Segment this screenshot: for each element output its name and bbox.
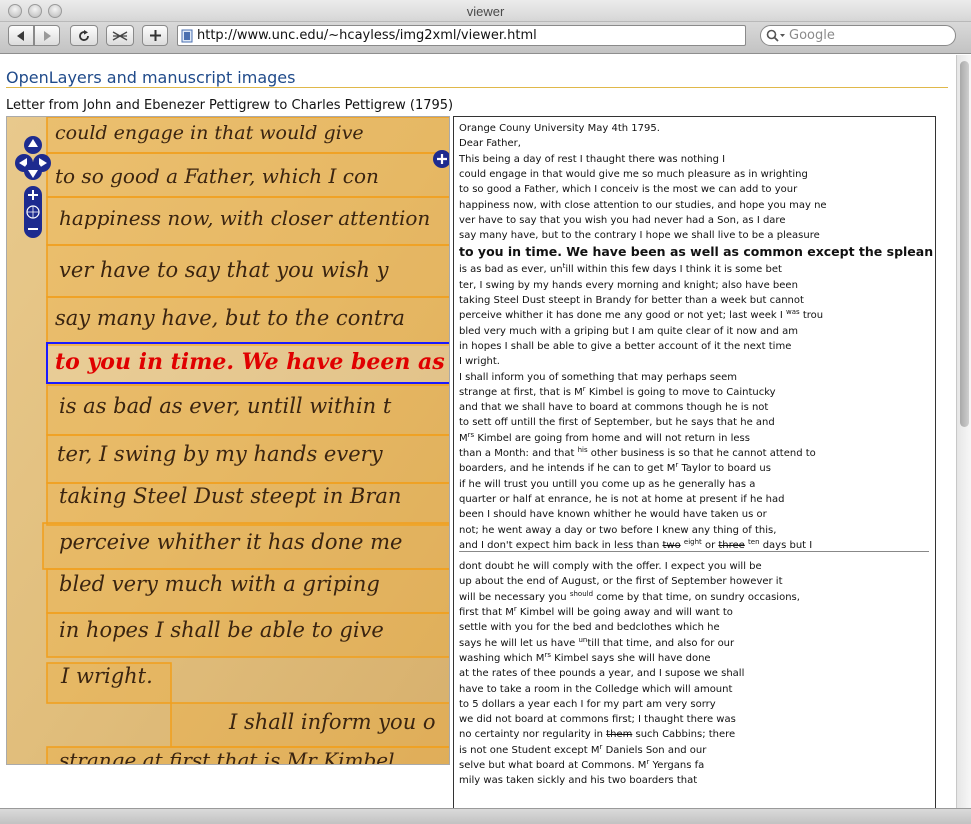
transcript-line: will be necessary you should come by tha… xyxy=(459,589,800,603)
manuscript-line: ver have to say that you wish y xyxy=(59,258,390,282)
transcript-line: I shall inform you of something that may… xyxy=(459,371,737,383)
snapback-icon xyxy=(112,30,128,41)
manuscript-line: could engage in that would give xyxy=(55,122,364,144)
search-field[interactable]: Google xyxy=(760,25,956,46)
address-bar[interactable]: http://www.unc.edu/~hcayless/img2xml/vie… xyxy=(177,25,746,46)
manuscript-viewer[interactable]: could engage in that would give to so goo… xyxy=(6,116,450,765)
manuscript-line: to so good a Father, which I con xyxy=(55,164,379,188)
transcript-highlight-line: to you in time. We have been as well as … xyxy=(459,244,936,260)
reload-button[interactable] xyxy=(70,25,98,46)
transcript-line: have to take a room in the Colledge whic… xyxy=(459,683,733,695)
manuscript-line: I wright. xyxy=(60,664,153,688)
transcript-line: at the rates of thee pounds a year, and … xyxy=(459,668,745,680)
vertical-scrollbar[interactable] xyxy=(956,55,971,808)
manuscript-line: taking Steel Dust steept in Bran xyxy=(59,484,401,508)
transcript-line: up about the end of August, or the first… xyxy=(459,576,783,588)
transcript-line: perceive whither it has done me any good… xyxy=(459,308,824,322)
transcript-panel: Orange Couny University May 4th 1795. Dea… xyxy=(453,116,936,824)
transcript-line: taking Steel Dust steept in Brandy for b… xyxy=(459,295,804,306)
transcript-line: happiness now, with close attention to o… xyxy=(459,199,827,211)
browser-window: viewer http://www.unc.edu/~hcayless/img2… xyxy=(0,0,971,824)
pan-control[interactable] xyxy=(15,127,51,183)
transcript-line: been I should have known whither he woul… xyxy=(459,509,767,521)
forward-arrow-icon xyxy=(44,30,51,41)
snapback-button[interactable] xyxy=(106,25,134,46)
transcript-line: and I don't expect him back in less than… xyxy=(459,537,813,551)
transcript-line: washing which Mrs Kimbel says she will h… xyxy=(459,650,711,664)
transcript-line: could engage in that would give me so mu… xyxy=(459,168,808,180)
transcript-line: ver have to say that you wish you had ne… xyxy=(459,214,786,226)
manuscript-line: perceive whither it has done me xyxy=(59,530,403,554)
transcript-line: strange at first, that is Mr Kimbel is g… xyxy=(459,384,776,398)
transcript-line: if he will trust you untill you come up … xyxy=(459,478,756,490)
transcript-line: I wright. xyxy=(459,356,500,368)
page-break-divider xyxy=(459,551,929,553)
transcript-line: is not one Student except Mr Daniels Son… xyxy=(459,742,707,756)
page-title: OpenLayers and manuscript images xyxy=(6,68,296,87)
transcript-line: to sett off untill the first of Septembe… xyxy=(459,417,775,429)
manuscript-line: say many have, but to the contra xyxy=(55,306,405,330)
manuscript-line: ter, I swing by my hands every xyxy=(57,442,384,466)
page-subtitle: Letter from John and Ebenezer Pettigrew … xyxy=(6,98,454,113)
transcript-line: and that we shall have to board at commo… xyxy=(459,402,769,414)
transcript-line: in hopes I shall be able to give a bette… xyxy=(459,340,792,352)
transcript-line: selve but what board at Commons. Mr Yerg… xyxy=(459,758,705,772)
forward-button[interactable] xyxy=(34,25,60,46)
reload-icon xyxy=(79,29,89,41)
window-title: viewer xyxy=(466,4,505,19)
transcript-line: than a Month: and that his other busines… xyxy=(459,446,816,460)
page-document-icon xyxy=(181,29,193,43)
transcript-line: to 5 dollars a year each I for my part a… xyxy=(459,698,716,710)
transcript-line: first that Mr Kimbel will be going away … xyxy=(459,605,733,619)
manuscript-line: I shall inform you o xyxy=(228,710,436,734)
layer-switcher-icon[interactable] xyxy=(433,150,450,168)
manuscript-image[interactable]: could engage in that would give to so goo… xyxy=(7,117,450,765)
page-content: OpenLayers and manuscript images Letter … xyxy=(0,55,956,824)
plus-icon xyxy=(149,30,161,41)
manuscript-line: to you in time. We have been as w xyxy=(55,349,450,375)
title-bar: viewer xyxy=(0,0,971,22)
transcript-line: quarter or half at enrance, he is not at… xyxy=(459,493,785,505)
transcript-line: dont doubt he will comply with the offer… xyxy=(459,561,762,573)
transcript-line: to so good a Father, which I conceiv is … xyxy=(459,184,798,196)
title-divider xyxy=(6,87,948,88)
manuscript-line: is as bad as ever, untill within t xyxy=(59,394,392,418)
search-icon xyxy=(766,29,785,42)
manuscript-line: happiness now, with closer attention xyxy=(59,206,430,230)
transcript-line: says he will let us have untill that tim… xyxy=(459,635,735,649)
transcript-line: mily was taken sickly and his two boarde… xyxy=(459,775,698,787)
manuscript-line: bled very much with a griping xyxy=(59,572,380,596)
manuscript-line: in hopes I shall be able to give xyxy=(59,618,384,642)
scrollbar-thumb[interactable] xyxy=(960,61,969,427)
zoom-control[interactable] xyxy=(24,186,42,238)
address-text[interactable]: http://www.unc.edu/~hcayless/img2xml/vie… xyxy=(197,28,537,43)
add-bookmark-button[interactable] xyxy=(142,25,168,46)
manuscript-line: strange at first that is Mr Kimbel xyxy=(59,748,395,765)
transcript-line: Orange Couny University May 4th 1795. xyxy=(459,123,660,134)
transcript-line: we did not board at commons first; I tha… xyxy=(459,714,736,726)
back-arrow-icon xyxy=(17,30,24,41)
transcript-line: no certainty nor regularity in them such… xyxy=(459,729,736,741)
transcript-line: Dear Father, xyxy=(459,138,521,150)
status-bar xyxy=(0,808,971,824)
transcript-line: not; he went away a day or two before I … xyxy=(459,524,777,536)
back-button[interactable] xyxy=(8,25,34,46)
browser-toolbar: http://www.unc.edu/~hcayless/img2xml/vie… xyxy=(0,22,971,54)
transcript-line: say many have, but to the contrary I hop… xyxy=(459,230,820,242)
search-placeholder: Google xyxy=(789,28,835,43)
transcript-line: is as bad as ever, untill within this fe… xyxy=(459,262,782,276)
transcript-line: ter, I swing by my hands every morning a… xyxy=(459,279,798,291)
transcript-line: This being a day of rest I thaught there… xyxy=(459,153,726,165)
transcript-line: boarders, and he intends if he can to ge… xyxy=(459,461,771,475)
transcript-line: bled very much with a griping but I am q… xyxy=(459,325,798,337)
transcript-line: Mrs Kimbel are going from home and will … xyxy=(459,430,750,444)
transcript-line: settle with you for the bed and bedcloth… xyxy=(459,622,720,634)
